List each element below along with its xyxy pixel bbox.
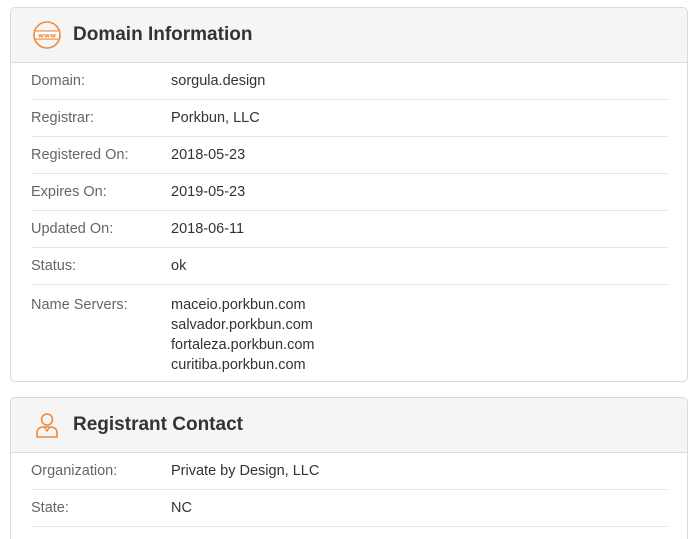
info-row-expires-on: Expires On: 2019-05-23 [31,174,668,211]
name-server: salvador.porkbun.com [171,317,313,333]
row-label: Name Servers: [31,297,128,313]
registrant-contact-header: Registrant Contact [11,398,687,453]
panel-title: Domain Information [73,24,253,45]
row-label: Updated On: [31,221,114,237]
domain-information-panel: www Domain Information Domain: sorgula.d… [10,7,688,382]
info-row-updated-on: Updated On: 2018-06-11 [31,211,668,248]
info-row-registrar: Registrar: Porkbun, LLC [31,100,668,137]
row-value: 2018-06-11 [171,221,245,237]
info-row-state: State: NC [31,490,668,527]
row-label: Status: [31,258,77,274]
name-servers-list: maceio.porkbun.com salvador.porkbun.com … [171,295,314,375]
row-label: Registered On: [31,147,129,163]
info-row-domain: Domain: sorgula.design [31,63,668,100]
row-label: Domain: [31,73,85,89]
name-server: curitiba.porkbun.com [171,357,306,373]
name-server: fortaleza.porkbun.com [171,337,315,353]
row-value: ok [171,258,187,274]
row-value: 2019-05-23 [171,184,246,200]
domain-information-header: www Domain Information [11,8,687,63]
www-icon: www [32,20,62,50]
row-label: Registrar: [31,110,94,126]
panel-title: Registrant Contact [73,414,243,435]
row-label: Organization: [31,463,118,479]
row-value: Porkbun, LLC [171,110,260,126]
row-label: Expires On: [31,184,107,200]
registrant-info-rows: Organization: Private by Design, LLC Sta… [11,453,687,527]
info-row-registered-on: Registered On: 2018-05-23 [31,137,668,174]
row-value: Private by Design, LLC [171,463,320,479]
svg-text:www: www [38,31,56,39]
row-label: State: [31,500,69,516]
domain-info-rows: Domain: sorgula.design Registrar: Porkbu… [11,63,687,381]
row-value: 2018-05-23 [171,147,246,163]
info-row-status: Status: ok [31,248,668,285]
row-value: NC [171,500,192,516]
name-server: maceio.porkbun.com [171,297,306,313]
info-row-name-servers: Name Servers: maceio.porkbun.com salvado… [31,285,668,381]
info-row-organization: Organization: Private by Design, LLC [31,453,668,490]
whois-page: www Domain Information Domain: sorgula.d… [0,0,696,539]
person-icon [32,410,62,440]
row-value: sorgula.design [171,73,266,89]
registrant-contact-panel: Registrant Contact Organization: Private… [10,397,688,539]
